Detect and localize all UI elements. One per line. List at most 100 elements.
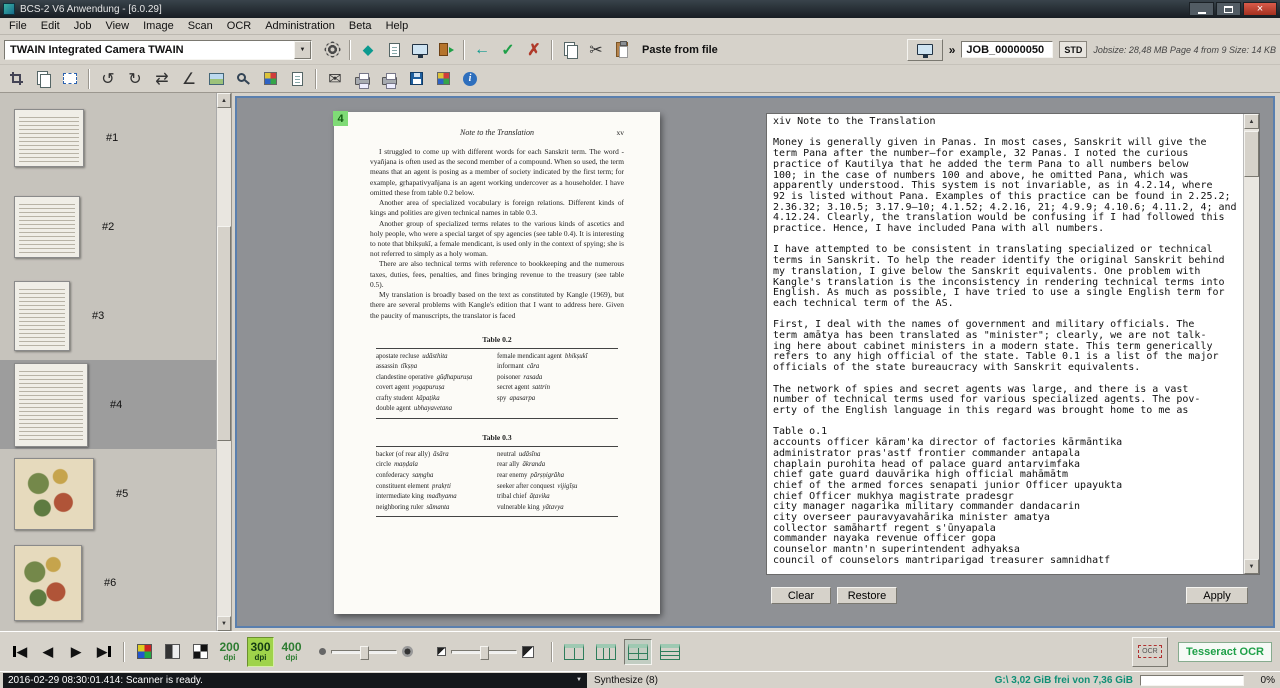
split-pages-icon[interactable] xyxy=(31,67,55,91)
restore-button[interactable]: Restore xyxy=(837,587,897,604)
mirror-icon[interactable]: ⇄ xyxy=(150,67,174,91)
scroll-up-icon[interactable]: ▲ xyxy=(1244,114,1259,129)
color-settings-icon[interactable] xyxy=(258,67,282,91)
cut-scissors-icon[interactable]: ✂ xyxy=(584,38,608,62)
apply-button[interactable]: Apply xyxy=(1186,587,1248,604)
display-transfer-icon[interactable] xyxy=(408,38,432,62)
menu-item[interactable]: Beta xyxy=(342,19,379,33)
page-thumbnail[interactable] xyxy=(14,281,70,351)
color-mode-button[interactable] xyxy=(132,640,156,664)
brightness-slider[interactable] xyxy=(319,646,413,657)
menu-item[interactable]: Scan xyxy=(181,19,220,33)
job-id-field[interactable]: JOB_00000050 xyxy=(961,41,1053,58)
prev-page-button[interactable]: ◀ xyxy=(36,640,60,664)
paste-page-icon[interactable] xyxy=(610,38,634,62)
ocr-text[interactable]: xiv Note to the Translation Money is gen… xyxy=(767,114,1243,574)
ocr-scrollbar[interactable]: ▲ ▼ xyxy=(1243,114,1259,574)
thumbnail-row[interactable]: #1 xyxy=(0,93,231,182)
scrollbar-track[interactable] xyxy=(217,108,231,616)
zoom-icon[interactable] xyxy=(231,67,255,91)
menu-item[interactable]: Image xyxy=(136,19,181,33)
toolbar-overflow-chevron[interactable]: » xyxy=(949,43,956,57)
slider-track[interactable] xyxy=(451,650,517,654)
scanner-select[interactable]: TWAIN Integrated Camera TWAIN ▼ xyxy=(4,40,312,60)
clear-button[interactable]: Clear xyxy=(771,587,831,604)
delete-cross-icon[interactable]: ✗ xyxy=(522,38,546,62)
menu-item[interactable]: OCR xyxy=(220,19,258,33)
thumbnail-row[interactable]: #2 xyxy=(0,182,231,271)
scroll-down-icon[interactable]: ▼ xyxy=(217,616,231,631)
print-all-icon[interactable] xyxy=(377,67,401,91)
chevron-down-icon[interactable]: ▼ xyxy=(294,41,311,59)
maximize-button[interactable] xyxy=(1216,2,1241,16)
last-page-button[interactable]: ▶ xyxy=(92,640,116,664)
copy-page-icon[interactable] xyxy=(558,38,582,62)
view-grid-button[interactable] xyxy=(624,639,652,665)
next-page-button[interactable]: ▶ xyxy=(64,640,88,664)
rotate-left-icon[interactable]: ↺ xyxy=(96,67,120,91)
import-door-icon[interactable] xyxy=(434,38,458,62)
settings-gear-icon[interactable] xyxy=(320,38,344,62)
menu-item[interactable]: Help xyxy=(379,19,416,33)
image-frame-icon[interactable] xyxy=(204,67,228,91)
email-icon[interactable]: ✉ xyxy=(323,67,347,91)
menu-item[interactable]: File xyxy=(2,19,34,33)
info-icon[interactable]: i xyxy=(458,67,482,91)
save-icon[interactable] xyxy=(404,67,428,91)
slider-track[interactable] xyxy=(331,650,397,654)
scroll-down-icon[interactable]: ▼ xyxy=(1244,559,1259,574)
minimize-button[interactable] xyxy=(1189,2,1214,16)
page-thumbnail[interactable] xyxy=(14,545,82,621)
thumbnail-row[interactable]: #6 xyxy=(0,538,231,627)
deskew-icon[interactable]: ∠ xyxy=(177,67,201,91)
view-list-button[interactable] xyxy=(656,639,684,665)
menu-item[interactable]: Administration xyxy=(258,19,342,33)
rotate-right-icon[interactable]: ↻ xyxy=(123,67,147,91)
scrollbar-thumb[interactable] xyxy=(1244,131,1259,177)
scan-profile-icon[interactable]: ◆ xyxy=(356,38,380,62)
view-single-button[interactable] xyxy=(560,639,588,665)
synthesize-label[interactable]: Synthesize (8) xyxy=(594,675,658,686)
close-button[interactable]: × xyxy=(1243,2,1277,16)
scan-page-icon[interactable] xyxy=(382,38,406,62)
ocr-area-button[interactable]: OCR xyxy=(1132,637,1168,667)
chevron-down-icon[interactable]: ▼ xyxy=(576,677,582,683)
scrollbar-track[interactable] xyxy=(1244,129,1259,559)
grayscale-mode-button[interactable] xyxy=(160,640,184,664)
contrast-slider[interactable] xyxy=(437,646,534,658)
accept-check-icon[interactable]: ✓ xyxy=(496,38,520,62)
page-thumbnail[interactable] xyxy=(14,109,84,167)
menu-item[interactable]: Job xyxy=(67,19,99,33)
page-thumbnail[interactable] xyxy=(14,363,88,447)
scroll-up-icon[interactable]: ▲ xyxy=(217,93,231,108)
slider-thumb[interactable] xyxy=(480,646,489,660)
undo-icon[interactable]: ← xyxy=(470,38,494,62)
page-text-icon[interactable] xyxy=(285,67,309,91)
thumbnail-row-selected[interactable]: #4 xyxy=(0,360,231,449)
thumbnail-row[interactable]: #5 xyxy=(0,449,231,538)
crop-icon[interactable] xyxy=(4,67,28,91)
slider-thumb[interactable] xyxy=(360,646,369,660)
table-cell: confederacysaṃgha xyxy=(376,471,497,482)
page-thumbnail[interactable] xyxy=(14,458,94,530)
paste-from-file-label[interactable]: Paste from file xyxy=(642,44,718,56)
thumbnail-scrollbar[interactable]: ▲ ▼ xyxy=(216,93,231,631)
first-page-button[interactable]: ◀ xyxy=(8,640,32,664)
ocr-engine-label[interactable]: Tesseract OCR xyxy=(1178,642,1272,662)
select-area-icon[interactable] xyxy=(58,67,82,91)
menu-item[interactable]: Edit xyxy=(34,19,67,33)
page-thumbnail[interactable] xyxy=(14,196,80,258)
batch-export-icon[interactable] xyxy=(431,67,455,91)
view-two-pages-button[interactable] xyxy=(592,639,620,665)
status-message-combo[interactable]: 2016-02-29 08:30:01.414: Scanner is read… xyxy=(3,673,587,688)
scrollbar-thumb[interactable] xyxy=(217,226,231,441)
thumbnail-row[interactable]: #3 xyxy=(0,271,231,360)
print-icon[interactable] xyxy=(350,67,374,91)
bw-mode-button[interactable] xyxy=(188,640,212,664)
dpi-300-button[interactable]: 300 dpi xyxy=(247,637,274,667)
dpi-400-button[interactable]: 400 dpi xyxy=(278,637,305,667)
scanned-page-preview[interactable]: Note to the Translation xv I struggled t… xyxy=(334,112,660,614)
scanner-display-button[interactable] xyxy=(907,39,943,61)
menu-item[interactable]: View xyxy=(98,19,136,33)
dpi-200-button[interactable]: 200 dpi xyxy=(216,637,243,667)
